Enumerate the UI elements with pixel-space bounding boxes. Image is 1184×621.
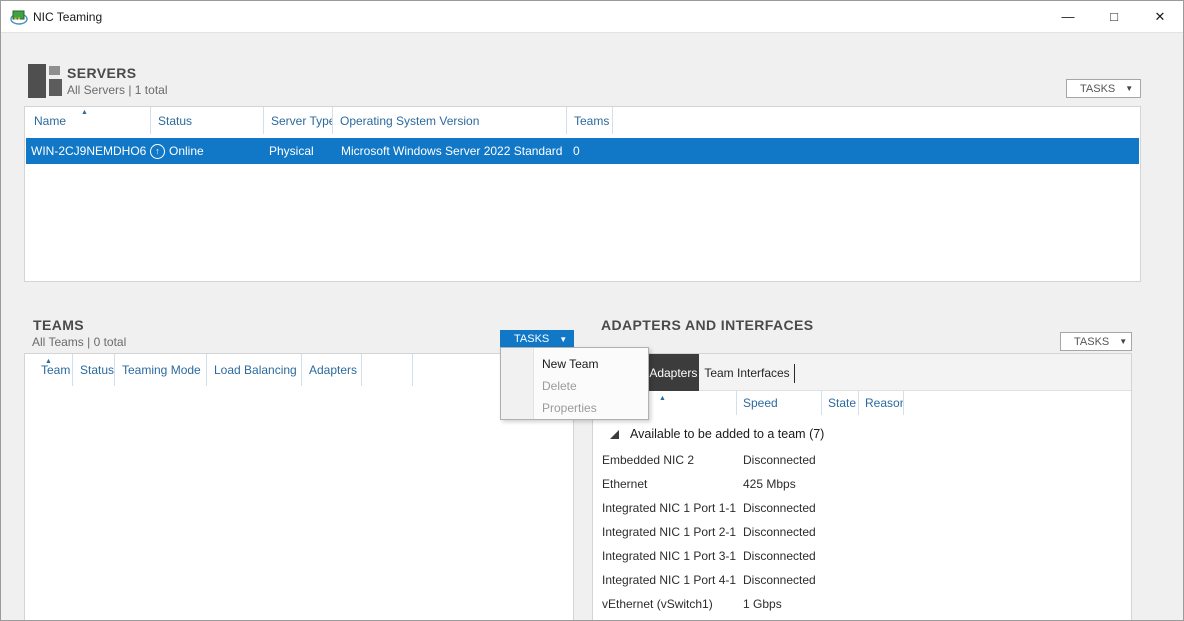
title-bar: NIC Teaming — □ ✕ — [1, 1, 1183, 33]
adapter-speed: 1 Gbps — [743, 597, 782, 611]
adapters-col-reason[interactable]: Reason — [859, 391, 904, 415]
tab-cursor — [794, 364, 795, 383]
servers-heading: SERVERS — [67, 65, 136, 81]
servers-subheading: All Servers | 1 total — [67, 83, 168, 97]
adapter-speed: 425 Mbps — [743, 477, 796, 491]
server-type: Physical — [269, 144, 314, 158]
adapter-speed: Disconnected — [743, 525, 816, 539]
adapter-name: Integrated NIC 1 Port 2-1 — [602, 525, 736, 539]
teams-col-status[interactable]: Status — [73, 354, 115, 386]
servers-col-empty — [613, 107, 1140, 134]
servers-col-status[interactable]: Status — [151, 107, 264, 134]
server-row-selected[interactable]: WIN-2CJ9NEMDHO6 ↑ Online Physical Micros… — [26, 138, 1139, 164]
server-status: Online — [169, 144, 204, 158]
server-os-version: Microsoft Windows Server 2022 Standard — [341, 144, 562, 158]
adapter-name: Ethernet — [602, 477, 647, 491]
teams-panel: Team Status Teaming Mode Load Balancing … — [24, 353, 574, 621]
servers-sort-arrow-icon: ▲ — [81, 109, 88, 116]
adapters-col-speed[interactable]: Speed — [737, 391, 822, 415]
teams-col-adapters[interactable]: Adapters — [302, 354, 362, 386]
nic-teaming-app-icon — [10, 9, 28, 25]
teams-tasks-caret-icon: ▼ — [559, 335, 567, 344]
adapters-panel: Network Adapters Team Interfaces Speed S… — [592, 353, 1132, 621]
servers-panel: Name Status Server Type Operating System… — [24, 106, 1141, 282]
adapters-col-state[interactable]: State — [822, 391, 859, 415]
teams-table-header: Team Status Teaming Mode Load Balancing … — [25, 354, 573, 386]
adapters-tasks-button[interactable]: TASKS ▼ — [1060, 332, 1132, 351]
teams-heading: TEAMS — [33, 317, 84, 333]
servers-col-name[interactable]: Name — [25, 107, 151, 134]
adapter-name: Integrated NIC 1 Port 3-1 — [602, 549, 736, 563]
group-label: Available to be added to a team (7) — [630, 427, 824, 441]
adapter-row[interactable]: Embedded NIC 2 Disconnected — [593, 448, 1131, 472]
maximize-button[interactable]: □ — [1091, 1, 1137, 32]
tab-team-interfaces[interactable]: Team Interfaces — [699, 354, 795, 391]
servers-col-server-type[interactable]: Server Type — [264, 107, 333, 134]
servers-col-os-version[interactable]: Operating System Version — [333, 107, 567, 134]
teams-col-empty — [362, 354, 413, 386]
adapter-name: vEthernet (vSwitch1) — [602, 597, 713, 611]
servers-col-teams[interactable]: Teams — [567, 107, 613, 134]
teams-tasks-menu: New Team Delete Properties — [500, 347, 649, 420]
adapter-row[interactable]: Integrated NIC 1 Port 3-1 Disconnected — [593, 544, 1131, 568]
adapter-row[interactable]: Integrated NIC 1 Port 4-1 Disconnected — [593, 568, 1131, 592]
adapter-speed: Disconnected — [743, 453, 816, 467]
menu-item-new-team[interactable]: New Team — [501, 353, 648, 375]
nic-teaming-window: NIC Teaming — □ ✕ SERVERS All Servers | … — [0, 0, 1184, 621]
teams-tasks-label: TASKS — [514, 333, 549, 345]
menu-item-properties[interactable]: Properties — [501, 397, 648, 419]
servers-tasks-button[interactable]: TASKS ▼ — [1066, 79, 1141, 98]
adapter-name: Integrated NIC 1 Port 4-1 — [602, 573, 736, 587]
teams-col-load-balancing[interactable]: Load Balancing — [207, 354, 302, 386]
adapter-name: Integrated NIC 1 Port 1-1 — [602, 501, 736, 515]
adapters-col-filler — [904, 391, 1131, 415]
close-button[interactable]: ✕ — [1137, 1, 1183, 32]
servers-tasks-label: TASKS — [1080, 83, 1115, 95]
adapters-table-header: Speed State Reason — [593, 391, 1131, 415]
teams-col-teaming-mode[interactable]: Teaming Mode — [115, 354, 207, 386]
adapters-sort-arrow-icon: ▲ — [659, 395, 666, 402]
window-title: NIC Teaming — [33, 10, 102, 24]
adapter-row[interactable]: Integrated NIC 1 Port 2-1 Disconnected — [593, 520, 1131, 544]
adapter-speed: Disconnected — [743, 501, 816, 515]
adapters-group-row[interactable]: Available to be added to a team (7) — [593, 424, 1131, 444]
servers-icon — [28, 64, 64, 98]
server-name: WIN-2CJ9NEMDHO6 — [31, 144, 146, 158]
adapters-heading: ADAPTERS AND INTERFACES — [601, 317, 813, 333]
teams-sort-arrow-icon: ▲ — [45, 358, 52, 365]
adapter-row[interactable]: Integrated NIC 1 Port 1-1 Disconnected — [593, 496, 1131, 520]
teams-subheading: All Teams | 0 total — [32, 335, 126, 349]
teams-tasks-button[interactable]: TASKS ▼ — [500, 330, 574, 348]
minimize-button[interactable]: — — [1045, 1, 1091, 32]
adapter-speed: Disconnected — [743, 573, 816, 587]
server-online-arrow-icon: ↑ — [150, 144, 165, 159]
servers-table-header: Name Status Server Type Operating System… — [25, 107, 1140, 134]
adapter-speed: Disconnected — [743, 549, 816, 563]
adapter-name: Embedded NIC 2 — [602, 453, 694, 467]
adapters-tasks-label: TASKS — [1074, 336, 1109, 348]
adapter-row[interactable]: Ethernet 425 Mbps — [593, 472, 1131, 496]
group-collapse-icon[interactable] — [610, 430, 619, 439]
adapter-row[interactable]: vEthernet (vSwitch1) 1 Gbps — [593, 592, 1131, 616]
adapters-tabstrip: Network Adapters Team Interfaces — [593, 354, 1131, 391]
servers-tasks-caret-icon: ▼ — [1125, 84, 1133, 93]
adapters-tasks-caret-icon: ▼ — [1119, 337, 1127, 346]
menu-item-delete[interactable]: Delete — [501, 375, 648, 397]
server-teams-count: 0 — [573, 144, 580, 158]
